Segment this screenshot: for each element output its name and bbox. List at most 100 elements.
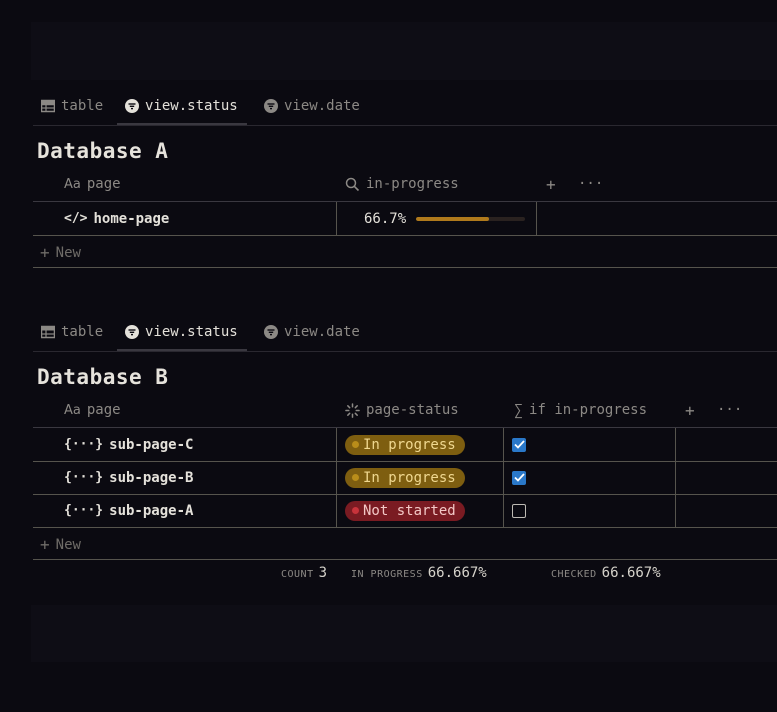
filter-icon — [125, 99, 139, 113]
add-column-button[interactable]: + — [546, 167, 556, 201]
status-dot-icon — [352, 474, 359, 481]
page-name: home-page — [93, 210, 170, 227]
new-row-button[interactable]: + New — [40, 528, 81, 561]
page-title-cell[interactable]: {···} sub-page-C — [64, 428, 193, 461]
status-badge[interactable]: In progress — [345, 434, 465, 455]
status-badge[interactable]: Not started — [345, 500, 465, 521]
table-row[interactable]: {···} sub-page-C In progress — [33, 428, 777, 462]
page-title-cell[interactable]: {···} sub-page-B — [64, 461, 193, 494]
status-badge[interactable]: In progress — [345, 467, 465, 488]
column-divider — [675, 461, 676, 494]
column-divider — [503, 428, 504, 461]
plus-icon: + — [685, 400, 695, 420]
table-row[interactable]: </> home-page 66.7% — [33, 202, 777, 236]
text-type-icon: Aa — [64, 402, 81, 418]
tab-view-date[interactable]: view.date — [264, 314, 360, 350]
status-dot-icon — [352, 507, 359, 514]
column-header-page[interactable]: Aa page — [64, 167, 121, 201]
checkbox-cell[interactable] — [512, 494, 526, 527]
filter-icon — [264, 325, 278, 339]
text-type-icon: Aa — [64, 176, 81, 192]
in-progress-summary[interactable]: IN PROGRESS 66.667% — [351, 565, 487, 581]
new-row[interactable]: + New — [33, 528, 777, 560]
database-b: table view.status view.date Database B A… — [33, 314, 777, 560]
column-header-in-progress[interactable]: in-progress — [345, 167, 459, 201]
summary-label: CHECKED — [551, 569, 597, 580]
new-row-button[interactable]: + New — [40, 236, 81, 269]
braces-icon: {···} — [64, 503, 104, 518]
in-progress-cell[interactable]: 66.7% — [364, 202, 526, 235]
more-options-button[interactable]: ··· — [717, 393, 742, 427]
table-row[interactable]: {···} sub-page-A Not started — [33, 494, 777, 528]
status-spinner-icon — [345, 402, 360, 418]
column-divider — [536, 202, 537, 235]
tab-view-status[interactable]: view.status — [117, 88, 247, 125]
progress-fill — [416, 216, 489, 221]
count-summary[interactable]: COUNT 3 — [281, 565, 327, 581]
column-divider — [675, 494, 676, 527]
add-column-button[interactable]: + — [685, 393, 695, 427]
new-label: New — [55, 536, 81, 553]
filter-icon — [125, 325, 139, 339]
column-label: page — [86, 402, 121, 418]
table-header: Aa page page-status ∑ if in-progress + ·… — [33, 393, 777, 428]
column-divider — [336, 202, 337, 235]
checked-summary[interactable]: CHECKED 66.667% — [551, 565, 661, 581]
more-icon: ··· — [578, 176, 604, 192]
column-label: page — [86, 176, 121, 192]
status-label: In progress — [363, 436, 456, 453]
table-icon — [41, 99, 55, 113]
more-icon: ··· — [717, 402, 743, 418]
plus-icon: + — [40, 243, 50, 262]
summary-value: 66.667% — [601, 565, 661, 581]
checkbox-checked[interactable] — [512, 470, 526, 485]
tab-label: view.date — [284, 324, 360, 340]
column-divider — [336, 461, 337, 494]
checkbox-cell[interactable] — [512, 461, 526, 494]
table-row[interactable]: {···} sub-page-B In progress — [33, 461, 777, 495]
database-title: Database B — [37, 365, 169, 389]
page-title-cell[interactable]: </> home-page — [64, 202, 169, 235]
table-icon — [41, 325, 55, 339]
column-header-formula[interactable]: ∑ if in-progress — [514, 393, 647, 427]
column-header-page-status[interactable]: page-status — [345, 393, 459, 427]
view-tabs: table view.status view.date — [33, 88, 777, 126]
tab-label: table — [61, 98, 104, 114]
column-label: in-progress — [366, 176, 459, 192]
summary-value: 3 — [318, 565, 328, 581]
page-title-cell[interactable]: {···} sub-page-A — [64, 494, 193, 527]
checkbox-cell[interactable] — [512, 428, 526, 461]
bottom-band — [31, 605, 777, 662]
plus-icon: + — [40, 535, 50, 554]
column-header-page[interactable]: Aa page — [64, 393, 121, 427]
tab-label: view.status — [145, 98, 238, 114]
more-options-button[interactable]: ··· — [578, 167, 603, 201]
top-band — [31, 22, 777, 80]
column-divider — [336, 494, 337, 527]
checkbox-checked[interactable] — [512, 437, 526, 452]
status-cell[interactable]: In progress — [345, 428, 465, 461]
column-label: page-status — [366, 402, 459, 418]
plus-icon: + — [546, 174, 556, 194]
column-label: if in-progress — [529, 402, 648, 418]
checkbox-unchecked[interactable] — [512, 503, 526, 518]
tab-label: view.status — [145, 324, 238, 340]
tab-table[interactable]: table — [41, 314, 103, 350]
column-divider — [503, 461, 504, 494]
tab-view-date[interactable]: view.date — [264, 88, 360, 124]
new-row[interactable]: + New — [33, 236, 777, 268]
page-name: sub-page-A — [109, 502, 194, 519]
status-cell[interactable]: In progress — [345, 461, 465, 494]
new-label: New — [55, 244, 81, 261]
progress-label: 66.7% — [364, 210, 407, 227]
summary-footer: COUNT 3 IN PROGRESS 66.667% CHECKED 66.6… — [0, 565, 777, 587]
page-name: sub-page-B — [109, 469, 194, 486]
column-divider — [675, 428, 676, 461]
code-icon: </> — [64, 211, 88, 226]
status-cell[interactable]: Not started — [345, 494, 465, 527]
sigma-icon: ∑ — [514, 401, 524, 419]
search-icon — [345, 177, 360, 191]
tab-view-status[interactable]: view.status — [117, 314, 247, 351]
tab-table[interactable]: table — [41, 88, 103, 124]
checkmark-icon — [513, 440, 525, 449]
